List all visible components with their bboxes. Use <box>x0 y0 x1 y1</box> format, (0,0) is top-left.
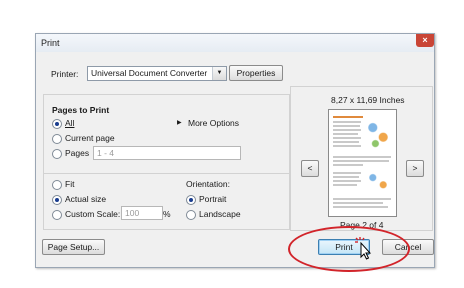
printer-label: Printer: <box>51 69 79 79</box>
percent-label: % <box>163 209 171 219</box>
thumb-illustration <box>365 168 391 192</box>
thumb-line <box>333 202 383 204</box>
radio-fit-label[interactable]: Fit <box>65 179 74 189</box>
thumb-line <box>333 176 359 178</box>
radio-custom-scale[interactable] <box>52 210 62 220</box>
radio-pages[interactable] <box>52 149 62 159</box>
radio-all-label[interactable]: All <box>65 118 74 128</box>
printer-select[interactable]: Universal Document Converter ▼ <box>87 66 227 81</box>
chevron-left-icon: < <box>307 163 313 173</box>
radio-portrait-label[interactable]: Portrait <box>199 194 226 204</box>
radio-actual-size[interactable] <box>52 195 62 205</box>
page-sizing-group: Fit Actual size Custom Scale: 100 % Orie… <box>43 173 290 230</box>
thumb-line <box>333 156 391 158</box>
chevron-down-icon: ▼ <box>212 67 226 80</box>
radio-all[interactable] <box>52 119 62 129</box>
thumb-line <box>333 164 363 166</box>
pages-to-print-heading: Pages to Print <box>52 105 110 115</box>
radio-landscape-label[interactable]: Landscape <box>199 209 241 219</box>
custom-scale-input[interactable]: 100 <box>121 206 163 220</box>
radio-custom-scale-label[interactable]: Custom Scale: <box>65 209 120 219</box>
radio-pages-label[interactable]: Pages <box>65 148 89 158</box>
preview-group: 8,27 x 11,69 Inches < > Page 2 of 4 <box>290 86 433 231</box>
title-bar: Print × <box>36 34 434 52</box>
thumb-line <box>333 180 361 182</box>
page-setup-button[interactable]: Page Setup... <box>42 239 105 255</box>
thumb-illustration <box>365 118 391 150</box>
dialog-title: Print <box>41 38 60 48</box>
paper-size-label: 8,27 x 11,69 Inches <box>331 95 405 105</box>
thumb-line <box>333 121 361 123</box>
previous-page-button[interactable]: < <box>301 160 319 177</box>
thumb-line <box>333 184 357 186</box>
mouse-cursor-icon <box>355 237 372 260</box>
thumb-line <box>333 129 361 131</box>
next-page-button[interactable]: > <box>406 160 424 177</box>
thumb-line <box>333 137 361 139</box>
orientation-heading: Orientation: <box>186 179 230 189</box>
close-icon[interactable]: × <box>416 34 434 47</box>
triangle-right-icon[interactable]: ▶ <box>177 119 182 126</box>
radio-landscape[interactable] <box>186 210 196 220</box>
printer-select-value: Universal Document Converter <box>91 68 208 78</box>
thumb-line <box>333 133 358 135</box>
thumb-line <box>333 160 389 162</box>
radio-portrait[interactable] <box>186 195 196 205</box>
radio-fit[interactable] <box>52 180 62 190</box>
chevron-right-icon: > <box>412 163 418 173</box>
page-preview-thumbnail <box>328 109 397 217</box>
radio-actual-size-label[interactable]: Actual size <box>65 194 106 204</box>
thumb-line <box>333 145 361 147</box>
thumb-line <box>333 125 360 127</box>
pages-range-input[interactable]: 1 - 4 <box>93 146 241 160</box>
thumb-line <box>333 141 359 143</box>
thumb-line <box>333 206 388 208</box>
thumb-heading <box>333 116 363 118</box>
radio-current-page[interactable] <box>52 134 62 144</box>
thumb-line <box>333 172 361 174</box>
thumb-line <box>333 198 391 200</box>
pages-to-print-group: Pages to Print All Current page Pages 1 … <box>43 94 290 176</box>
highlight-ring <box>288 226 410 272</box>
radio-current-page-label[interactable]: Current page <box>65 133 115 143</box>
properties-button[interactable]: Properties <box>229 65 283 81</box>
more-options-link[interactable]: More Options <box>188 118 239 128</box>
